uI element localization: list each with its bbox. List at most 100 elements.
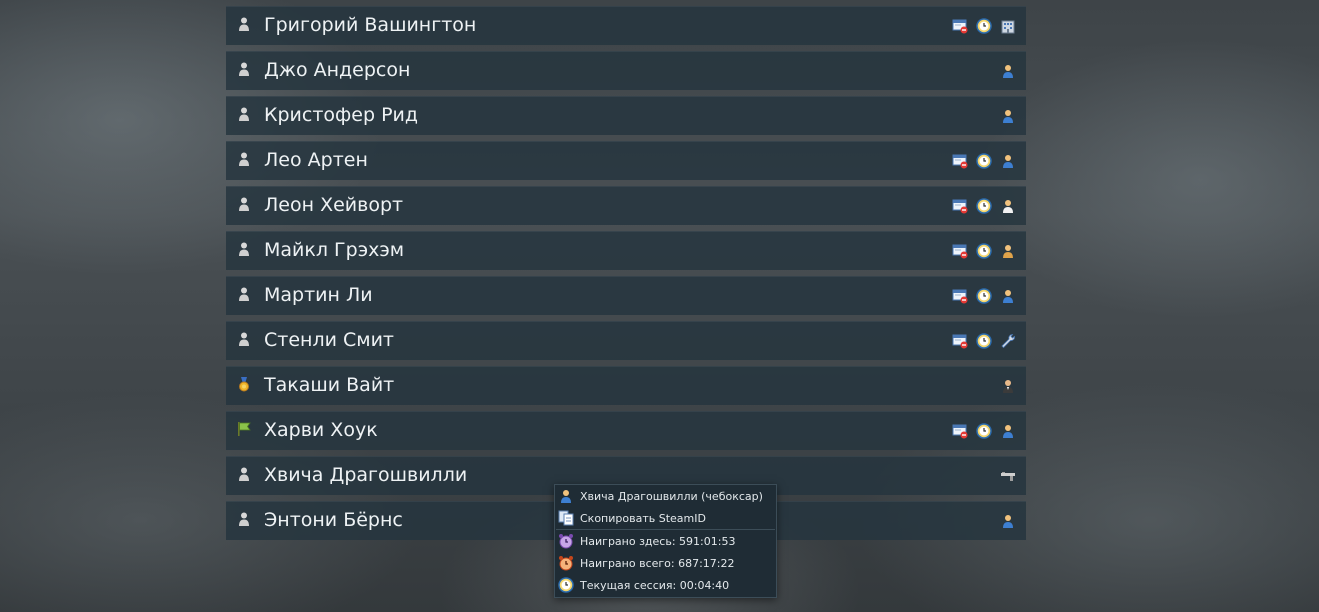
player-row[interactable]: Лео Артен [226, 141, 1026, 180]
flag-icon [238, 422, 251, 436]
player-row[interactable]: Стенли Смит [226, 321, 1026, 360]
player-name: Харви Хоук [264, 419, 378, 441]
rank-badge [236, 151, 254, 169]
player-row[interactable]: Леон Хейворт [226, 186, 1026, 225]
clock-icon [976, 423, 992, 439]
player-list: Григорий Вашингтон Джо Андерсон Кристофер … [226, 6, 1026, 546]
player-status-icons [952, 18, 1016, 34]
player-name: Григорий Вашингтон [264, 14, 477, 36]
person-icon [239, 287, 249, 301]
banned-card-icon [952, 334, 968, 349]
player-name: Кристофер Рид [264, 104, 419, 126]
player-name: Хвича Драгошвилли [264, 464, 468, 486]
menu-item-current-session: Текущая сессия: 00:04:40 [555, 574, 776, 596]
banned-card-icon [952, 289, 968, 304]
banned-card-icon [952, 199, 968, 214]
player-name: Лео Артен [264, 149, 368, 171]
player-status-icons [952, 243, 1016, 259]
menu-played-total: Наиграно всего: 687:17:22 [580, 556, 735, 570]
user-icon [1003, 65, 1013, 78]
clock-icon [976, 153, 992, 169]
suit-user-icon [1003, 380, 1013, 393]
user-icon [1003, 425, 1013, 438]
rank-badge [236, 16, 254, 34]
player-name: Майкл Грэхэм [264, 239, 405, 261]
player-status-icons [952, 153, 1016, 169]
menu-item-played-total: Наиграно всего: 687:17:22 [555, 552, 776, 574]
person-icon [239, 512, 249, 526]
player-name: Энтони Бёрнс [264, 509, 403, 531]
player-name: Джо Андерсон [264, 59, 411, 81]
gun-icon [1001, 472, 1015, 481]
banned-card-icon [952, 424, 968, 439]
rank-badge [236, 241, 254, 259]
rank-badge [236, 61, 254, 79]
alarm-clock-purple-icon [559, 534, 573, 549]
rank-badge [236, 376, 254, 394]
player-row[interactable]: Харви Хоук [226, 411, 1026, 450]
person-icon [239, 242, 249, 256]
user-icon [1003, 155, 1013, 168]
banned-card-icon [952, 244, 968, 259]
user-orange-icon [1003, 245, 1013, 258]
banned-card-icon [952, 154, 968, 169]
player-row[interactable]: Григорий Вашингтон [226, 6, 1026, 45]
user-icon [561, 490, 571, 503]
medal-icon [239, 377, 249, 392]
building-icon [1001, 20, 1015, 34]
clock-icon [558, 577, 574, 593]
player-status-icons [952, 288, 1016, 304]
copy-icon [558, 510, 574, 526]
player-row[interactable]: Такаши Вайт [226, 366, 1026, 405]
banned-card-icon [952, 19, 968, 34]
rank-badge [236, 511, 254, 529]
player-status-icons [1000, 63, 1016, 79]
clock-icon [976, 18, 992, 34]
player-name: Стенли Смит [264, 329, 394, 351]
clock-icon [976, 198, 992, 214]
user-icon [1003, 110, 1013, 123]
user-icon [1003, 290, 1013, 303]
player-row[interactable]: Майкл Грэхэм [226, 231, 1026, 270]
menu-player-name: Хвича Драгошвилли (чебоксар) [580, 489, 763, 503]
rank-badge [236, 106, 254, 124]
clock-icon [976, 243, 992, 259]
player-status-icons [1000, 108, 1016, 124]
menu-current-session: Текущая сессия: 00:04:40 [580, 578, 730, 592]
menu-item-profile[interactable]: Хвича Драгошвилли (чебоксар) [555, 485, 776, 507]
player-row[interactable]: Джо Андерсон [226, 51, 1026, 90]
rank-badge [236, 421, 254, 439]
rank-badge [236, 196, 254, 214]
menu-item-played-here: Наиграно здесь: 591:01:53 [555, 530, 776, 552]
player-status-icons [952, 423, 1016, 439]
wrench-icon [1001, 334, 1015, 349]
player-row[interactable]: Мартин Ли [226, 276, 1026, 315]
menu-played-here: Наиграно здесь: 591:01:53 [580, 534, 736, 548]
player-row[interactable]: Кристофер Рид [226, 96, 1026, 135]
person-icon [239, 17, 249, 31]
player-name: Такаши Вайт [264, 374, 395, 396]
person-icon [239, 62, 249, 76]
context-menu: Хвича Драгошвилли (чебоксар) Скопировать… [554, 484, 777, 598]
person-icon [239, 152, 249, 166]
player-name: Леон Хейворт [264, 194, 404, 216]
rank-badge [236, 331, 254, 349]
menu-item-copy-steamid[interactable]: Скопировать SteamID [555, 507, 776, 529]
clock-icon [976, 333, 992, 349]
alarm-clock-red-icon [559, 556, 573, 571]
player-name: Мартин Ли [264, 284, 373, 306]
rank-badge [236, 286, 254, 304]
player-status-icons [952, 333, 1016, 349]
player-status-icons [1000, 468, 1016, 484]
player-status-icons [1000, 378, 1016, 394]
player-status-icons [952, 198, 1016, 214]
person-icon [239, 467, 249, 481]
person-icon [239, 197, 249, 211]
person-icon [239, 332, 249, 346]
menu-copy-steamid-label: Скопировать SteamID [580, 511, 706, 525]
user-white-icon [1003, 200, 1013, 213]
player-status-icons [1000, 513, 1016, 529]
user-icon [1003, 515, 1013, 528]
clock-icon [976, 288, 992, 304]
person-icon [239, 107, 249, 121]
